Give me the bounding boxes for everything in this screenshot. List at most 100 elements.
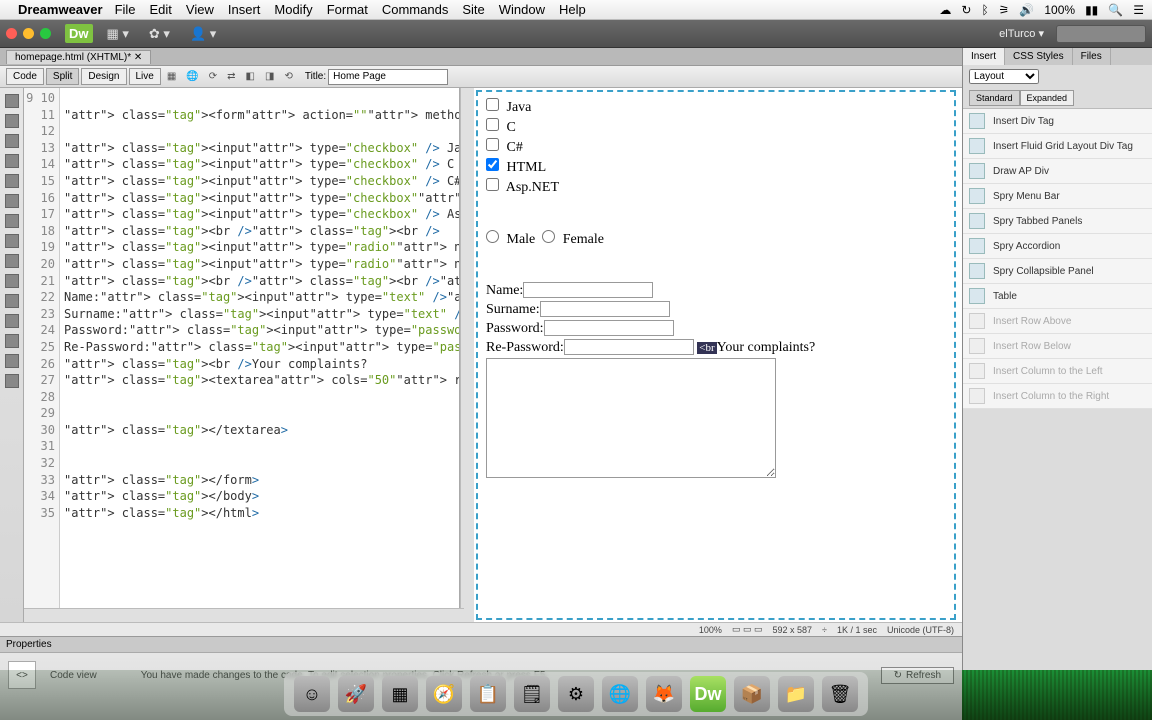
name-input[interactable] bbox=[523, 282, 653, 298]
ct-icon[interactable] bbox=[5, 134, 19, 148]
design-pane[interactable]: Java C C# HTML Asp.NET Male Female Name:… bbox=[476, 90, 956, 620]
search-field[interactable] bbox=[1056, 25, 1146, 43]
menu-commands[interactable]: Commands bbox=[382, 2, 448, 17]
tab-insert[interactable]: Insert bbox=[963, 48, 1005, 65]
ct-icon[interactable] bbox=[5, 254, 19, 268]
vb-icon-4[interactable]: ⇄ bbox=[223, 69, 239, 84]
dock-launchpad-icon[interactable]: 🚀 bbox=[338, 676, 374, 712]
chk-c[interactable] bbox=[486, 118, 499, 131]
dock-stickies-icon[interactable]: 🗒 bbox=[514, 676, 550, 712]
code-scrollbar[interactable] bbox=[460, 88, 474, 622]
ct-icon[interactable] bbox=[5, 194, 19, 208]
view-live-button[interactable]: Live bbox=[129, 68, 161, 85]
chk-aspnet[interactable] bbox=[486, 178, 499, 191]
chk-csharp[interactable] bbox=[486, 138, 499, 151]
ct-icon[interactable] bbox=[5, 274, 19, 288]
insert-item[interactable]: Spry Collapsible Panel bbox=[963, 259, 1152, 284]
insert-item[interactable]: Insert Div Tag bbox=[963, 109, 1152, 134]
properties-title[interactable]: Properties bbox=[0, 637, 962, 653]
chk-html[interactable] bbox=[486, 158, 499, 171]
app-name[interactable]: Dreamweaver bbox=[18, 2, 103, 17]
dock-safari-icon[interactable]: 🧭 bbox=[426, 676, 462, 712]
status-zoom[interactable]: 100% bbox=[699, 625, 722, 635]
radio-male[interactable] bbox=[486, 230, 499, 243]
ct-icon[interactable] bbox=[5, 114, 19, 128]
view-code-button[interactable]: Code bbox=[6, 68, 44, 85]
dock-firefox-icon[interactable]: 🦊 bbox=[646, 676, 682, 712]
password-input[interactable] bbox=[544, 320, 674, 336]
dock-safari2-icon[interactable]: 🌐 bbox=[602, 676, 638, 712]
vb-icon-3[interactable]: ⟳ bbox=[205, 69, 221, 84]
insert-item[interactable]: Spry Menu Bar bbox=[963, 184, 1152, 209]
ct-icon[interactable] bbox=[5, 94, 19, 108]
radio-female[interactable] bbox=[542, 230, 555, 243]
menu-help[interactable]: Help bbox=[559, 2, 586, 17]
cloud-icon[interactable]: ☁ bbox=[939, 3, 951, 17]
dock-missioncontrol-icon[interactable]: ▦ bbox=[382, 676, 418, 712]
tab-files[interactable]: Files bbox=[1073, 48, 1111, 65]
ct-icon[interactable] bbox=[5, 314, 19, 328]
menu-extras-icon[interactable]: ☰ bbox=[1133, 3, 1144, 17]
chk-java[interactable] bbox=[486, 98, 499, 111]
ct-icon[interactable] bbox=[5, 154, 19, 168]
minimize-window[interactable] bbox=[23, 28, 34, 39]
vb-icon-1[interactable]: ▦ bbox=[163, 69, 180, 84]
code-hscrollbar[interactable] bbox=[24, 608, 464, 622]
menu-site[interactable]: Site bbox=[462, 2, 484, 17]
code-pane[interactable]: "attr"> class="tag"><form"attr"> action=… bbox=[60, 88, 460, 622]
vb-icon-5[interactable]: ◧ bbox=[242, 69, 259, 84]
wifi-icon[interactable]: ⚞ bbox=[999, 3, 1010, 17]
spotlight-icon[interactable]: 🔍 bbox=[1108, 3, 1123, 17]
dock-notes-icon[interactable]: 📋 bbox=[470, 676, 506, 712]
volume-icon[interactable]: 🔊 bbox=[1019, 3, 1034, 17]
menu-view[interactable]: View bbox=[186, 2, 214, 17]
battery-text[interactable]: 100% bbox=[1044, 3, 1075, 17]
workspace-user[interactable]: elTurco ▾ bbox=[999, 27, 1044, 40]
layout-dropdown-icon[interactable]: ▦ ▾ bbox=[101, 24, 135, 44]
gear-dropdown-icon[interactable]: ✿ ▾ bbox=[143, 24, 176, 44]
insert-item[interactable]: Spry Tabbed Panels bbox=[963, 209, 1152, 234]
view-split-button[interactable]: Split bbox=[46, 68, 79, 85]
ct-icon[interactable] bbox=[5, 354, 19, 368]
menu-format[interactable]: Format bbox=[327, 2, 368, 17]
dock-trash-icon[interactable]: 🗑 bbox=[822, 676, 858, 712]
vb-icon-6[interactable]: ◨ bbox=[261, 69, 278, 84]
tab-css[interactable]: CSS Styles bbox=[1005, 48, 1073, 65]
complaints-textarea[interactable] bbox=[486, 358, 776, 478]
menu-edit[interactable]: Edit bbox=[150, 2, 172, 17]
dock-dreamweaver-icon[interactable]: Dw bbox=[690, 676, 726, 712]
dock-finder-icon[interactable]: ☺ bbox=[294, 676, 330, 712]
zoom-window[interactable] bbox=[40, 28, 51, 39]
mode-expanded[interactable]: Expanded bbox=[1020, 90, 1075, 106]
ct-icon[interactable] bbox=[5, 174, 19, 188]
user-dropdown-icon[interactable]: 👤 ▾ bbox=[184, 24, 222, 44]
menu-file[interactable]: File bbox=[115, 2, 136, 17]
dock-app-icon[interactable]: ⚙ bbox=[558, 676, 594, 712]
ct-icon[interactable] bbox=[5, 294, 19, 308]
view-design-button[interactable]: Design bbox=[81, 68, 126, 85]
vb-icon-7[interactable]: ⟲ bbox=[280, 69, 296, 84]
document-tab[interactable]: homepage.html (XHTML)* ✕ bbox=[6, 50, 151, 64]
insert-category-select[interactable]: Layout bbox=[969, 69, 1039, 84]
menu-window[interactable]: Window bbox=[499, 2, 545, 17]
surname-input[interactable] bbox=[540, 301, 670, 317]
insert-item[interactable]: Spry Accordion bbox=[963, 234, 1152, 259]
battery-icon[interactable]: ▮▮ bbox=[1085, 3, 1098, 17]
vb-icon-2[interactable]: 🌐 bbox=[182, 69, 202, 84]
title-input[interactable] bbox=[328, 69, 448, 85]
br-tag-selected[interactable]: <br bbox=[697, 342, 716, 354]
dock-app2-icon[interactable]: 📦 bbox=[734, 676, 770, 712]
insert-item[interactable]: Table bbox=[963, 284, 1152, 309]
ct-icon[interactable] bbox=[5, 214, 19, 228]
sync-icon[interactable]: ↻ bbox=[961, 3, 971, 17]
repassword-input[interactable] bbox=[564, 339, 694, 355]
ct-icon[interactable] bbox=[5, 334, 19, 348]
insert-item[interactable]: Draw AP Div bbox=[963, 159, 1152, 184]
mode-standard[interactable]: Standard bbox=[969, 90, 1020, 106]
dock-folder-icon[interactable]: 📁 bbox=[778, 676, 814, 712]
close-window[interactable] bbox=[6, 28, 17, 39]
ct-icon[interactable] bbox=[5, 374, 19, 388]
menu-modify[interactable]: Modify bbox=[274, 2, 312, 17]
ct-icon[interactable] bbox=[5, 234, 19, 248]
insert-item[interactable]: Insert Fluid Grid Layout Div Tag bbox=[963, 134, 1152, 159]
